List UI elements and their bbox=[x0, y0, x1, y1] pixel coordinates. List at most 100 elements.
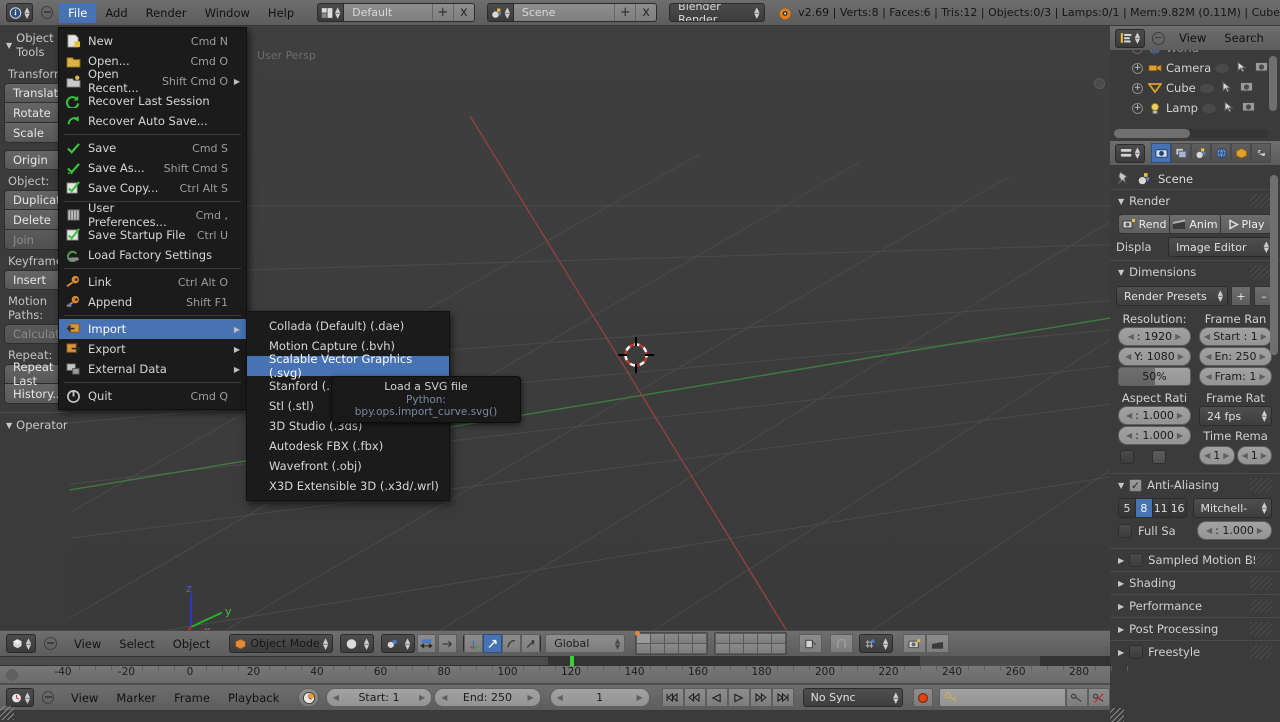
viewport-menu-object[interactable]: Object bbox=[164, 634, 219, 654]
file-menu-item-new[interactable]: New Cmd N bbox=[59, 31, 246, 51]
outliner-header[interactable]: ▲ ▼ View Search bbox=[1110, 26, 1280, 50]
restrict-render-icon[interactable] bbox=[1239, 81, 1253, 95]
timeline-scroll-strip[interactable] bbox=[0, 656, 1110, 666]
time-remap-old-field[interactable]: ◀ 1 ▶ bbox=[1199, 446, 1235, 465]
menu-file[interactable]: File bbox=[59, 2, 97, 23]
viewport-menu-bar[interactable]: View Select Object bbox=[65, 634, 219, 654]
restrict-view-icon[interactable] bbox=[1201, 103, 1216, 113]
tab-render-layers[interactable] bbox=[1171, 143, 1191, 163]
section-sampled-motion-blur[interactable]: ▶ Sampled Motion Bl bbox=[1110, 548, 1280, 571]
insert-keyframe-button[interactable]: Insert bbox=[4, 270, 66, 290]
layer-cell[interactable] bbox=[679, 634, 693, 643]
aspect-y-field[interactable]: ◀: 1.000 ▶ bbox=[1118, 426, 1191, 445]
section-dimensions-header[interactable]: ▼ Dimensions bbox=[1110, 260, 1280, 283]
aa-sample-5[interactable]: 5 bbox=[1119, 499, 1136, 517]
remove-scene-button[interactable]: x bbox=[635, 4, 657, 21]
layer-cell[interactable] bbox=[730, 644, 744, 653]
layer-buttons[interactable] bbox=[635, 631, 788, 655]
outliner-vertical-scrollbar[interactable] bbox=[1269, 56, 1277, 111]
crop-toggle[interactable] bbox=[1152, 450, 1166, 464]
restrict-render-icon[interactable] bbox=[1255, 61, 1269, 75]
collapse-menu-icon[interactable] bbox=[41, 691, 55, 704]
render-animation-button[interactable] bbox=[926, 634, 950, 653]
aa-sample-8[interactable]: 8 bbox=[1135, 499, 1153, 517]
expand-icon[interactable]: + bbox=[1132, 82, 1143, 94]
border-toggle[interactable] bbox=[1120, 450, 1134, 464]
tab-constraints[interactable] bbox=[1251, 143, 1271, 163]
lock-to-scene-button[interactable] bbox=[799, 634, 823, 653]
layer-cell[interactable] bbox=[635, 631, 651, 643]
layer-cell[interactable] bbox=[637, 644, 651, 653]
menu-render[interactable]: Render bbox=[137, 3, 196, 23]
delete-button[interactable]: Delete bbox=[4, 210, 66, 230]
file-menu-item-export[interactable]: Export ▶ bbox=[59, 339, 246, 359]
aspect-x-field[interactable]: ◀: 1.000 ▶ bbox=[1118, 406, 1191, 425]
rotate-button[interactable]: Rotate bbox=[4, 103, 66, 123]
properties-editor[interactable]: ▲ ▼ Scene ▼ Render Rend Anim Play Displa… bbox=[1110, 141, 1280, 722]
render-image-button[interactable]: Rend bbox=[1118, 214, 1170, 234]
translate-button[interactable]: Translate bbox=[4, 83, 66, 103]
render-buttons-row[interactable]: Rend Anim Play bbox=[1110, 212, 1280, 234]
scene-value[interactable]: Scene bbox=[513, 4, 615, 21]
layer-cell[interactable] bbox=[772, 644, 786, 653]
file-menu-item-open-recent[interactable]: Open Recent... Shift Cmd O ▶ bbox=[59, 67, 246, 95]
outliner-editor[interactable]: ▲▼ ViewSearch + World + Camera bbox=[1110, 26, 1280, 141]
timeline-ruler[interactable]: -40 -20 0 20 40 60 80 100 120 140 160 180 200 220 240 2… bbox=[0, 666, 1128, 684]
scene-icon[interactable]: ▲ ▼ bbox=[487, 4, 514, 21]
pin-icon[interactable] bbox=[1116, 171, 1131, 186]
editor-type-selector-outliner[interactable]: ▲ ▼ bbox=[1115, 28, 1145, 48]
section-shading[interactable]: ▶ Shading bbox=[1110, 571, 1280, 594]
resolution-y-field[interactable]: ◀ Y: 1080 ▶ bbox=[1118, 347, 1191, 366]
timeline-editor[interactable]: -40 -20 0 20 40 60 80 100 120 140 160 180 200 220 240 2… bbox=[0, 656, 1128, 722]
frame-start-field[interactable]: ◀ Start: 1 ▶ bbox=[325, 688, 433, 707]
editor-type-selector-3dview[interactable]: ▲ ▼ bbox=[6, 634, 36, 653]
jump-to-start-button[interactable] bbox=[661, 688, 684, 707]
freestyle-toggle[interactable] bbox=[1129, 645, 1144, 659]
playhead-marker[interactable] bbox=[570, 656, 574, 666]
display-mode-dropdown[interactable]: Image Editor ▲ ▼ bbox=[1168, 237, 1274, 257]
aa-sample-11[interactable]: 11 bbox=[1152, 499, 1170, 517]
properties-header[interactable]: ▲ ▼ bbox=[1110, 141, 1280, 165]
translate-manipulator-button[interactable] bbox=[483, 634, 503, 653]
viewport-properties-toggle[interactable] bbox=[1094, 78, 1105, 89]
collapse-menu-icon[interactable] bbox=[44, 637, 57, 650]
viewport-menu-select[interactable]: Select bbox=[110, 634, 163, 654]
section-performance[interactable]: ▶ Performance bbox=[1110, 594, 1280, 617]
viewport-shading-selector[interactable]: ▲ ▼ bbox=[340, 634, 375, 653]
screen-layout-field[interactable]: ▲ ▼ Default + x bbox=[317, 3, 475, 22]
play-animation-button[interactable]: Play bbox=[1221, 214, 1272, 234]
manipulator-toggle-button[interactable] bbox=[464, 634, 484, 653]
repeat-last-button[interactable]: Repeat Last bbox=[4, 360, 66, 388]
section-post-processing[interactable]: ▶ Post Processing bbox=[1110, 617, 1280, 640]
file-menu-item-external-data[interactable]: External Data ▶ bbox=[59, 359, 246, 379]
file-menu-item-append[interactable]: Append Shift F1 bbox=[59, 292, 246, 312]
snap-element-selector[interactable]: ▲ ▼ bbox=[859, 634, 894, 653]
outliner-row-camera[interactable]: + Camera bbox=[1110, 58, 1280, 78]
auto-record-button[interactable] bbox=[913, 688, 934, 707]
outliner-row-cube[interactable]: + Cube bbox=[1110, 78, 1280, 98]
layer-cell[interactable] bbox=[758, 644, 772, 653]
layer-cell[interactable] bbox=[665, 634, 679, 643]
render-engine-selector[interactable]: Blender Render ▲ ▼ bbox=[669, 3, 765, 22]
layer-cell[interactable] bbox=[716, 634, 730, 643]
resolution-percent-slider[interactable]: 50% bbox=[1118, 367, 1191, 386]
file-menu-item-load-factory-settings[interactable]: Load Factory Settings bbox=[59, 245, 246, 265]
expand-icon[interactable]: + bbox=[1132, 50, 1143, 54]
layer-cell[interactable] bbox=[665, 644, 679, 653]
layer-cell[interactable] bbox=[730, 634, 744, 643]
outliner-menu-bar[interactable]: View Search bbox=[1170, 28, 1273, 48]
file-menu-item-save-copy[interactable]: Save Copy... Ctrl Alt S bbox=[59, 178, 246, 198]
import-menu-item-collada-default-dae[interactable]: Collada (Default) (.dae) bbox=[247, 316, 449, 336]
tab-world[interactable] bbox=[1211, 143, 1231, 163]
file-menu-item-link[interactable]: Link Ctrl Alt O bbox=[59, 272, 246, 292]
file-menu-item-user-preferences[interactable]: User Preferences... Cmd , bbox=[59, 201, 246, 229]
resize-grip-icon[interactable] bbox=[0, 706, 14, 720]
timeline-scrollbar[interactable] bbox=[0, 657, 548, 665]
duplicate-button[interactable]: Duplicate bbox=[4, 190, 68, 210]
outliner-row-world[interactable]: + World bbox=[1110, 50, 1280, 58]
insert-keyframe-button[interactable] bbox=[1066, 688, 1089, 707]
layer-cell[interactable] bbox=[758, 634, 772, 643]
interaction-mode-selector[interactable]: Object Mode ▲ ▼ bbox=[229, 634, 334, 653]
rotate-manipulator-button[interactable] bbox=[502, 634, 522, 653]
layer-cell[interactable] bbox=[693, 634, 707, 643]
